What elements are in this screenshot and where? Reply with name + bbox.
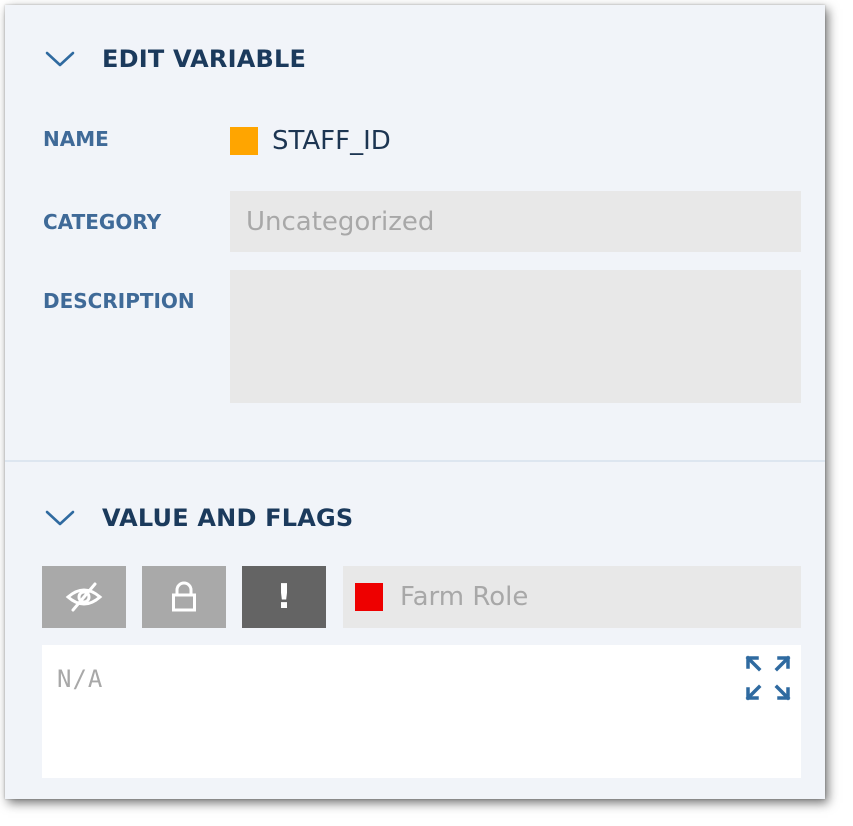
category-label: CATEGORY <box>43 210 162 234</box>
value-placeholder: N/A <box>57 665 104 693</box>
lock-icon <box>172 581 196 612</box>
edit-variable-header[interactable]: EDIT VARIABLE <box>45 45 306 73</box>
locked-flag-button[interactable] <box>142 566 226 628</box>
hidden-flag-button[interactable] <box>42 566 126 628</box>
name-label: NAME <box>43 127 109 151</box>
exclamation-icon: ! <box>276 577 292 617</box>
value-textarea[interactable]: N/A <box>42 645 801 778</box>
chevron-down-icon[interactable] <box>45 50 75 68</box>
required-flag-button[interactable]: ! <box>242 566 326 628</box>
color-swatch <box>230 127 258 155</box>
section-title: EDIT VARIABLE <box>102 45 307 73</box>
category-placeholder: Uncategorized <box>246 206 435 237</box>
edit-variable-panel: EDIT VARIABLE NAME STAFF_ID CATEGORY Unc… <box>5 5 825 799</box>
category-input[interactable]: Uncategorized <box>230 191 801 252</box>
description-label: DESCRIPTION <box>43 289 195 313</box>
scope-color-swatch <box>355 583 383 611</box>
value-and-flags-header[interactable]: VALUE AND FLAGS <box>45 504 353 532</box>
eye-slash-icon <box>65 582 103 612</box>
description-textarea[interactable] <box>230 270 801 403</box>
section-divider <box>5 460 825 462</box>
variable-name: STAFF_ID <box>272 126 391 156</box>
scope-field: Farm Role <box>343 566 801 628</box>
name-value: STAFF_ID <box>230 126 391 156</box>
chevron-down-icon[interactable] <box>45 509 75 527</box>
section-title: VALUE AND FLAGS <box>102 504 354 532</box>
scope-label: Farm Role <box>400 582 529 612</box>
expand-icon[interactable] <box>745 655 791 701</box>
